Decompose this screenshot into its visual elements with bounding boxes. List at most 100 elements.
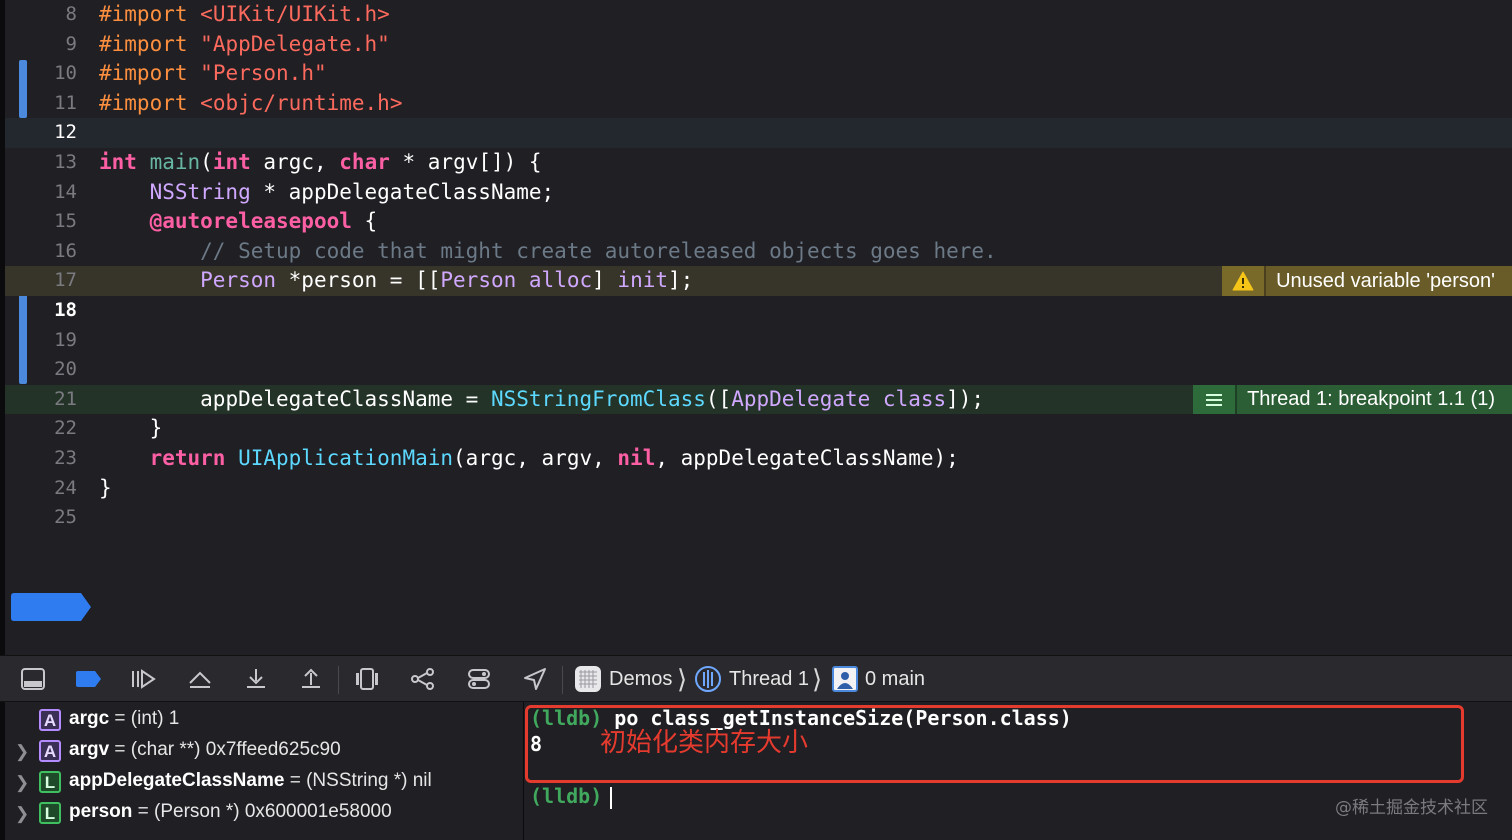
line-number: 9 (65, 32, 77, 55)
disclosure-triangle-icon[interactable]: ❯ (15, 742, 29, 762)
lldb-prompt: (lldb) (530, 784, 603, 808)
local-badge: L (39, 802, 61, 824)
step-over-icon[interactable] (187, 667, 213, 691)
line-number: 22 (54, 417, 77, 440)
variable-type: (int) (130, 708, 164, 729)
code-token: , appDelegateClassName); (655, 446, 959, 470)
code-token: nil (617, 446, 656, 470)
line-number: 13 (54, 151, 77, 173)
step-out-icon[interactable] (298, 667, 324, 691)
code-token: #import (99, 31, 188, 56)
debug-bar: Demos ⟩ Thread 1 ⟩ 0 main (0, 655, 1512, 702)
variable-value: 0x7ffeed625c90 (200, 739, 341, 760)
breadcrumb-scheme[interactable]: Demos (609, 656, 672, 703)
breadcrumb-thread[interactable]: Thread 1 (729, 656, 809, 703)
line-number: 25 (54, 506, 77, 529)
memory-graph-icon[interactable] (410, 667, 436, 691)
code-token: appDelegateClassName = (200, 386, 491, 411)
hide-debug-area-icon[interactable] (20, 667, 46, 691)
continue-icon[interactable] (130, 667, 156, 691)
code-line[interactable]: 19 (5, 326, 1512, 356)
code-token: return (149, 446, 226, 470)
line-number: 8 (65, 3, 77, 25)
variables-view: A argc = (int) 1 ❯ A argv = (char **) 0x… (0, 702, 523, 840)
code-line[interactable]: 13 int main(int argc, char * argv[]) { (5, 148, 1512, 178)
variable-row[interactable]: ❯ L person = (Person *) 0x600001e58000 (5, 798, 523, 829)
disclosure-triangle-icon[interactable]: ❯ (15, 773, 29, 793)
breakpoint-annotation[interactable]: Thread 1: breakpoint 1.1 (1) (1193, 384, 1512, 415)
code-line[interactable]: 25 (5, 503, 1512, 533)
line-number: 18 (54, 299, 77, 321)
variable-name: argv (69, 739, 110, 760)
variable-type: (Person *) (154, 801, 240, 822)
code-token: argc, (250, 150, 340, 174)
variable-row[interactable]: ❯ A argv = (char **) 0x7ffeed625c90 (5, 736, 523, 767)
line-number: 15 (54, 210, 77, 233)
lldb-prompt: (lldb) (530, 706, 603, 730)
chevron-right-icon: ⟩ (677, 664, 688, 694)
breakpoints-toggle-icon[interactable] (75, 667, 101, 691)
code-line[interactable]: 15 @autoreleasepool { (5, 207, 1512, 237)
code-line[interactable]: 20 (5, 355, 1512, 385)
warning-annotation[interactable]: Unused variable 'person' (1222, 266, 1512, 296)
code-token: UIApplicationMain (238, 446, 454, 470)
code-token: <objc/runtime.h> (200, 90, 403, 115)
code-line-current[interactable]: 12 (5, 118, 1512, 148)
breadcrumb-frame[interactable]: 0 main (865, 656, 925, 703)
code-token: alloc (528, 268, 593, 293)
line-number: 11 (54, 91, 77, 114)
variable-row[interactable]: A argc = (int) 1 (5, 705, 523, 736)
breakpoint-text: Thread 1: breakpoint 1.1 (1) (1235, 384, 1512, 415)
argument-badge: A (39, 709, 61, 731)
step-into-icon[interactable] (243, 667, 269, 691)
warning-text: Unused variable 'person' (1264, 266, 1512, 296)
code-token: main (149, 150, 201, 174)
environment-overrides-icon[interactable] (466, 667, 492, 691)
code-line-breakpoint[interactable]: 18 (5, 296, 1512, 621)
variable-row[interactable]: ❯ L appDelegateClassName = (NSString *) … (5, 767, 523, 798)
code-line[interactable]: 24 } (5, 474, 1512, 504)
lldb-console[interactable]: (lldb) po class_getInstanceSize(Person.c… (523, 702, 1512, 840)
watermark: @稀土掘金技术社区 (1335, 798, 1488, 818)
code-line[interactable]: 11 #import <objc/runtime.h> (5, 89, 1512, 119)
code-token: #import (99, 2, 188, 26)
code-token: @autoreleasepool (149, 209, 352, 234)
code-token: * argv[]) { (389, 150, 542, 174)
variable-eq: = (109, 708, 131, 729)
disclosure-triangle-icon[interactable]: ❯ (15, 804, 29, 824)
console-input-line[interactable]: (lldb) (530, 784, 613, 809)
code-token: ] (592, 268, 618, 293)
code-token: Person (200, 268, 277, 293)
code-line[interactable]: 9 #import "AppDelegate.h" (5, 30, 1512, 60)
line-number: 20 (54, 358, 77, 381)
breakpoint-marker[interactable] (11, 593, 91, 621)
code-token: class (882, 386, 947, 411)
code-line[interactable]: 14 NSString * appDelegateClassName; (5, 178, 1512, 208)
variable-type: (NSString *) (306, 770, 408, 791)
code-line[interactable]: 23 return UIApplicationMain(argc, argv, … (5, 444, 1512, 474)
code-token: } (99, 475, 112, 500)
chevron-right-icon: ⟩ (812, 664, 823, 694)
variable-eq: = (284, 770, 307, 791)
variable-eq: = (132, 801, 155, 822)
code-token: #import (99, 61, 188, 86)
view-hierarchy-icon[interactable] (354, 667, 380, 691)
code-token: NSStringFromClass (490, 386, 706, 411)
code-line[interactable]: 10 #import "Person.h" (5, 59, 1512, 89)
code-line[interactable]: 16 // Setup code that might create autor… (5, 237, 1512, 267)
code-token: AppDelegate (731, 386, 871, 411)
code-token: "Person.h" (200, 61, 327, 86)
code-line[interactable]: 22 } (5, 414, 1512, 444)
code-token: #import (99, 90, 188, 115)
code-line[interactable]: 8 #import <UIKit/UIKit.h> (5, 0, 1512, 30)
simulate-location-icon[interactable] (522, 667, 548, 691)
line-number: 14 (54, 180, 77, 203)
code-line-warning[interactable]: 17 Person *person = [[Person alloc] init… (5, 266, 1512, 296)
code-line-execution[interactable]: 21 appDelegateClassName = NSStringFromCl… (5, 384, 1512, 415)
code-token: *person = [[ (276, 268, 441, 293)
console-output: 8 (530, 732, 543, 756)
code-editor[interactable]: 8 #import <UIKit/UIKit.h> 9 #import "App… (0, 0, 1512, 655)
variable-value: 0x600001e58000 (239, 801, 392, 822)
code-token: ([ (705, 386, 732, 411)
